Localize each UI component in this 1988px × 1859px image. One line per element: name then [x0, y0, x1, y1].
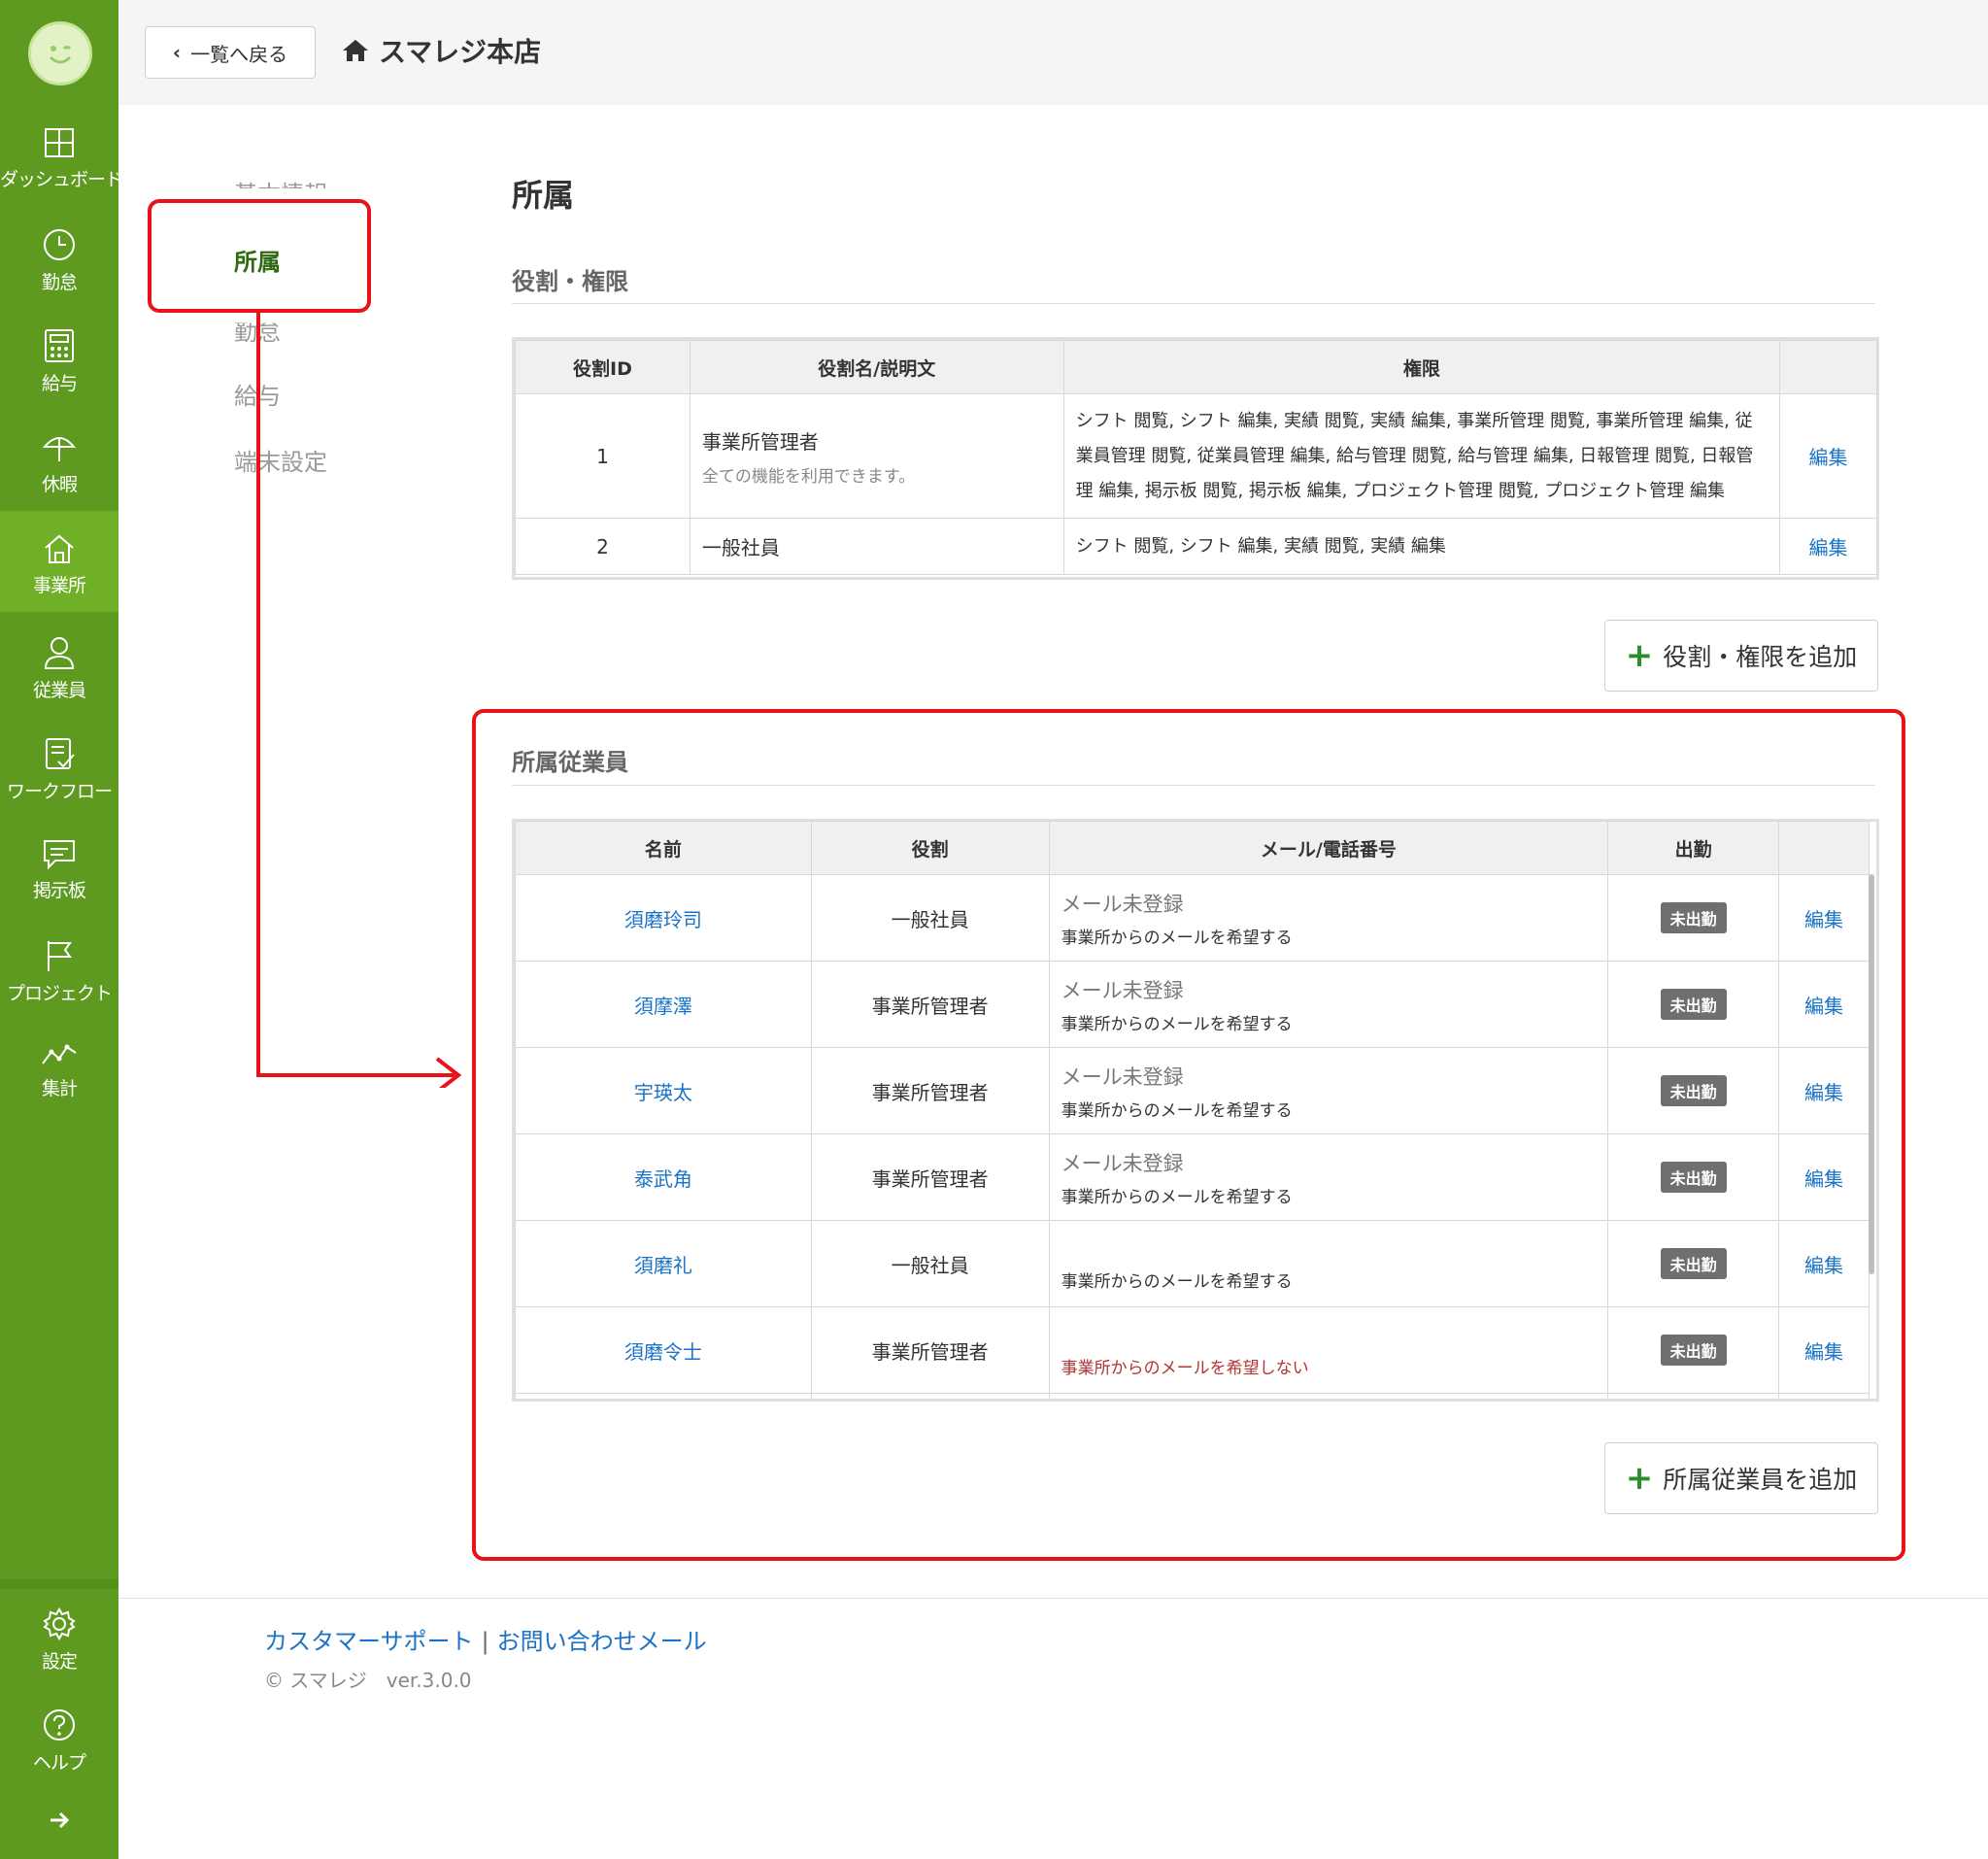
smile-logo-icon[interactable]	[28, 21, 92, 85]
sidebar-item-board[interactable]: 掲示板	[0, 837, 118, 938]
sidebar-item-label: 事業所	[32, 575, 86, 596]
add-role-button[interactable]: + 役割・権限を追加	[1604, 620, 1878, 692]
page-title: スマレジ本店	[342, 31, 541, 70]
store-name: スマレジ本店	[379, 36, 542, 68]
copyright: © スマレジ ver.3.0.0	[264, 1669, 472, 1692]
sidebar-item-summary[interactable]: 集計	[0, 1039, 118, 1140]
home-icon	[45, 534, 74, 563]
sidebar-item-label: 設定	[41, 1651, 78, 1673]
sidebar-item-label: ヘルプ	[32, 1752, 86, 1774]
chart-icon	[42, 1044, 77, 1065]
sidebar-item-label: 勤怠	[41, 272, 78, 293]
table-row: 2 一般社員 シフト 閲覧, シフト 編集, 実績 閲覧, 実績 編集 編集	[515, 518, 1877, 575]
sidebar-item-label: 集計	[41, 1078, 78, 1099]
sidebar: ダッシュボード 勤怠 給与 休暇 事業所 従業員 ワークフロー 掲示板 プロジェ…	[0, 0, 123, 1859]
section-title: 所属	[512, 177, 575, 214]
help-icon	[44, 1709, 75, 1741]
role-permissions: シフト 閲覧, シフト 編集, 実績 閲覧, 実績 編集, 事業所管理 閲覧, …	[1062, 393, 1781, 519]
sidebar-item-label: 給与	[41, 373, 78, 394]
role-name: 事業所管理者	[701, 429, 819, 454]
flag-icon	[48, 941, 72, 971]
top-bar: ‹ 一覧へ戻る スマレジ本店	[118, 0, 1988, 105]
column-header: 役割名/説明文	[689, 340, 1064, 394]
sidebar-item-label: 従業員	[32, 680, 86, 701]
contact-mail-link[interactable]: お問い合わせメール	[497, 1628, 707, 1655]
column-header: 役割ID	[515, 340, 691, 394]
home-icon	[343, 40, 368, 61]
sidebar-divider	[0, 1579, 118, 1589]
highlight-box-employees	[472, 709, 1905, 1561]
gear-icon	[43, 1607, 76, 1640]
customer-support-link[interactable]: カスタマーサポート	[264, 1628, 474, 1655]
edit-role-link[interactable]: 編集	[1779, 393, 1877, 519]
table-row: 1 事業所管理者 全ての機能を利用できます。 シフト 閲覧, シフト 編集, 実…	[515, 393, 1877, 519]
column-header: 権限	[1062, 340, 1781, 394]
add-role-label: 役割・権限を追加	[1663, 643, 1858, 671]
plus-icon: +	[1625, 636, 1654, 675]
sidebar-item-label: 休暇	[41, 474, 78, 495]
calculator-icon	[45, 329, 74, 362]
role-description: 全ての機能を利用できます。	[701, 466, 916, 487]
footer-separator: |	[481, 1628, 489, 1655]
sidebar-item-label: 掲示板	[32, 880, 86, 901]
edit-role-link[interactable]: 編集	[1779, 518, 1877, 575]
role-name-cell: 事業所管理者 全ての機能を利用できます。	[689, 393, 1064, 519]
role-name: 一般社員	[689, 518, 1064, 575]
column-header	[1779, 340, 1877, 394]
expand-sidebar-button[interactable]	[0, 1808, 118, 1847]
role-id: 1	[515, 393, 691, 519]
roles-table: 役割ID 役割名/説明文 権限 1 事業所管理者 全ての機能を利用できます。 シ…	[515, 340, 1877, 575]
sidebar-item-label: プロジェクト	[6, 983, 113, 1004]
footer-divider	[118, 1598, 1988, 1599]
dashboard-icon	[45, 128, 74, 157]
sidebar-item-payroll[interactable]: 給与	[0, 328, 118, 429]
role-permissions: シフト 閲覧, シフト 編集, 実績 閲覧, 実績 編集	[1062, 518, 1781, 575]
back-to-list-button[interactable]: ‹ 一覧へ戻る	[145, 26, 316, 79]
person-icon	[44, 637, 75, 669]
footer-links: カスタマーサポート | お問い合わせメール	[264, 1622, 707, 1656]
highlight-box-affiliation	[148, 199, 371, 313]
sidebar-item-office[interactable]: 事業所	[0, 511, 118, 612]
sidebar-item-attendance[interactable]: 勤怠	[0, 227, 118, 328]
message-icon	[44, 840, 75, 870]
annotation-arrow-icon	[256, 313, 462, 1088]
roles-heading: 役割・権限	[512, 268, 628, 295]
sidebar-item-label: ダッシュボード	[0, 169, 123, 190]
sidebar-item-label: ワークフロー	[6, 781, 113, 802]
arrow-right-icon	[51, 1811, 70, 1829]
sidebar-item-help[interactable]: ヘルプ	[0, 1707, 118, 1808]
sidebar-item-employees[interactable]: 従業員	[0, 635, 118, 736]
role-id: 2	[515, 518, 691, 575]
sidebar-item-project[interactable]: プロジェクト	[0, 938, 118, 1039]
sidebar-item-settings[interactable]: 設定	[0, 1606, 118, 1707]
checklist-icon	[46, 738, 75, 769]
umbrella-icon	[42, 437, 77, 461]
roles-divider	[512, 303, 1875, 304]
sidebar-item-dashboard[interactable]: ダッシュボード	[0, 126, 123, 227]
sidebar-item-workflow[interactable]: ワークフロー	[0, 736, 118, 837]
chevron-left-icon: ‹	[172, 41, 182, 64]
clock-icon	[44, 229, 75, 260]
back-button-label: 一覧へ戻る	[190, 42, 288, 66]
